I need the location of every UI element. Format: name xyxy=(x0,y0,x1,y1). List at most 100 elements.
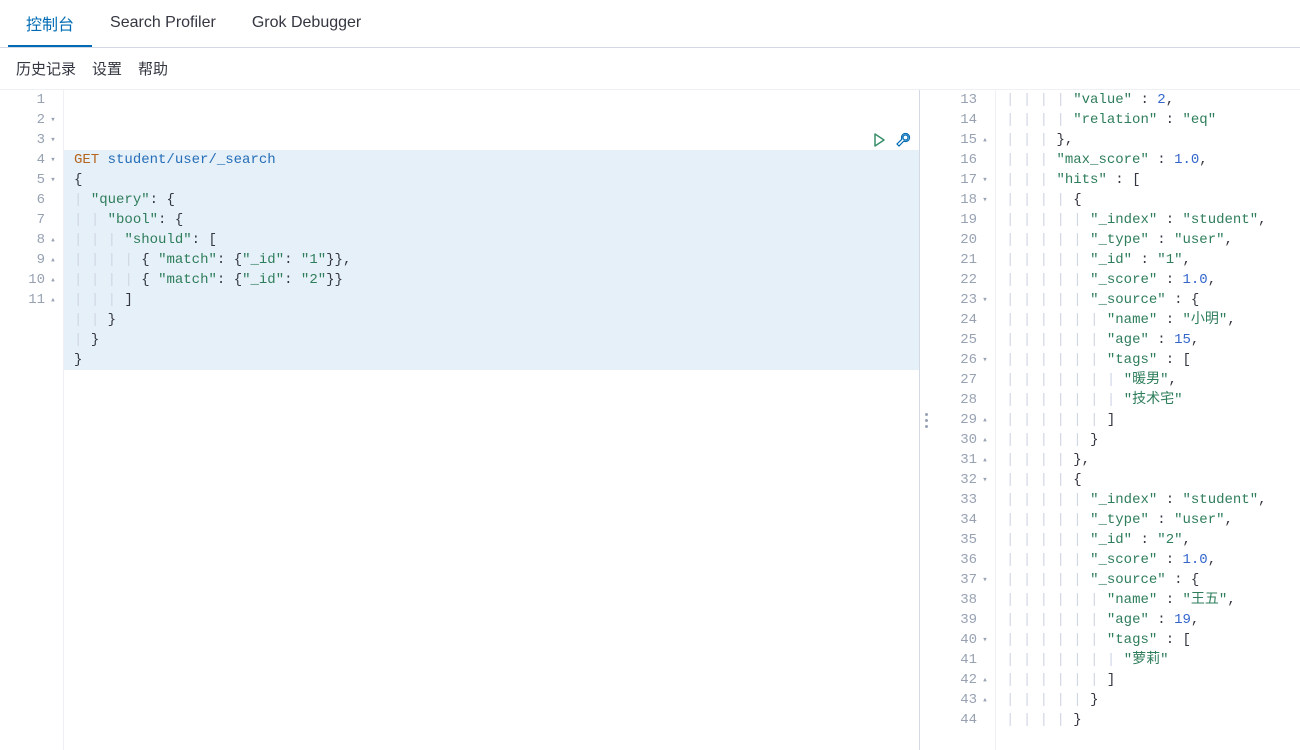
gutter-row: 6 xyxy=(0,190,63,210)
fold-toggle-icon[interactable]: ▾ xyxy=(981,630,989,650)
gutter-row: 24 xyxy=(932,310,995,330)
code-line[interactable]: | | } xyxy=(64,310,919,330)
fold-toggle-icon[interactable]: ▴ xyxy=(981,450,989,470)
code-line[interactable]: | | | | | | | "暖男", xyxy=(996,370,1300,390)
code-line[interactable]: | | | | | "_index" : "student", xyxy=(996,490,1300,510)
code-line[interactable]: | | | | | | "age" : 15, xyxy=(996,330,1300,350)
code-line[interactable]: | | | | | | "name" : "小明", xyxy=(996,310,1300,330)
drag-handle-icon xyxy=(925,413,928,428)
response-viewer[interactable]: | | | | "value" : 2,| | | | "relation" :… xyxy=(996,90,1300,750)
gutter-row: 40▾ xyxy=(932,630,995,650)
tab-console[interactable]: 控制台 xyxy=(8,0,92,47)
code-line[interactable]: | | | | | "_source" : { xyxy=(996,570,1300,590)
gutter-row: 23▾ xyxy=(932,290,995,310)
fold-toggle-icon[interactable]: ▾ xyxy=(981,570,989,590)
fold-toggle-icon[interactable]: ▴ xyxy=(49,270,57,290)
code-line[interactable]: | | | | }, xyxy=(996,450,1300,470)
gutter-row: 4▾ xyxy=(0,150,63,170)
gutter-row: 26▾ xyxy=(932,350,995,370)
subbar-help[interactable]: 帮助 xyxy=(138,58,168,79)
fold-toggle-icon[interactable]: ▾ xyxy=(981,350,989,370)
code-line[interactable]: | | | | | | "tags" : [ xyxy=(996,630,1300,650)
code-line[interactable]: | | | | | | "name" : "王五", xyxy=(996,590,1300,610)
fold-toggle-icon[interactable]: ▴ xyxy=(49,290,57,310)
code-line[interactable]: | | | | | "_type" : "user", xyxy=(996,510,1300,530)
code-line[interactable]: | | | | | } xyxy=(996,430,1300,450)
fold-toggle-icon[interactable]: ▾ xyxy=(981,290,989,310)
code-line[interactable]: GET student/user/_search xyxy=(64,150,919,170)
code-line[interactable]: | | | | | "_index" : "student", xyxy=(996,210,1300,230)
code-line[interactable]: | | | | { "match": {"_id": "2"}} xyxy=(64,270,919,290)
gutter-row: 10▴ xyxy=(0,270,63,290)
code-line[interactable]: | | | }, xyxy=(996,130,1300,150)
gutter-row: 36 xyxy=(932,550,995,570)
code-line[interactable]: | | | | | | ] xyxy=(996,410,1300,430)
fold-toggle-icon[interactable]: ▴ xyxy=(49,250,57,270)
gutter-row: 25 xyxy=(932,330,995,350)
response-pane: 131415▴1617▾18▾1920212223▾242526▾272829▴… xyxy=(932,90,1300,750)
fold-toggle-icon[interactable]: ▾ xyxy=(981,190,989,210)
fold-toggle-icon[interactable]: ▴ xyxy=(981,690,989,710)
code-line[interactable]: | | | | "value" : 2, xyxy=(996,90,1300,110)
code-line[interactable]: | | | | | | "tags" : [ xyxy=(996,350,1300,370)
tab-grok-debugger[interactable]: Grok Debugger xyxy=(234,0,379,47)
gutter-row: 16 xyxy=(932,150,995,170)
code-line[interactable]: | | | "should": [ xyxy=(64,230,919,250)
code-line[interactable]: | | | | | } xyxy=(996,690,1300,710)
fold-toggle-icon[interactable]: ▴ xyxy=(981,430,989,450)
gutter-row: 5▾ xyxy=(0,170,63,190)
code-line[interactable]: | | | | { xyxy=(996,470,1300,490)
fold-toggle-icon[interactable]: ▴ xyxy=(981,130,989,150)
code-line[interactable]: | | | | | "_source" : { xyxy=(996,290,1300,310)
code-line[interactable]: | | | | | | | "萝莉" xyxy=(996,650,1300,670)
code-line[interactable]: | | | | | "_id" : "1", xyxy=(996,250,1300,270)
code-line[interactable]: | | | | | | ] xyxy=(996,670,1300,690)
code-line[interactable]: | | | ] xyxy=(64,290,919,310)
gutter-row: 2▾ xyxy=(0,110,63,130)
code-line[interactable]: | } xyxy=(64,330,919,350)
fold-toggle-icon[interactable]: ▾ xyxy=(49,130,57,150)
request-actions xyxy=(871,90,911,110)
fold-toggle-icon[interactable]: ▴ xyxy=(49,230,57,250)
code-line[interactable]: | | | | | | | "技术宅" xyxy=(996,390,1300,410)
gutter-row: 44 xyxy=(932,710,995,730)
fold-toggle-icon[interactable]: ▾ xyxy=(49,170,57,190)
subbar-settings[interactable]: 设置 xyxy=(92,58,122,79)
gutter-row: 21 xyxy=(932,250,995,270)
gutter-row: 17▾ xyxy=(932,170,995,190)
code-line[interactable]: | | | | | | "age" : 19, xyxy=(996,610,1300,630)
code-line[interactable]: | | | | } xyxy=(996,710,1300,730)
gutter-row: 42▴ xyxy=(932,670,995,690)
tab-search-profiler[interactable]: Search Profiler xyxy=(92,0,234,47)
code-line[interactable]: | | | | | "_score" : 1.0, xyxy=(996,550,1300,570)
request-editor[interactable]: GET student/user/_search{| "query": {| |… xyxy=(64,90,919,750)
play-icon[interactable] xyxy=(871,92,887,108)
code-line[interactable]: | | | | | "_score" : 1.0, xyxy=(996,270,1300,290)
code-line[interactable]: } xyxy=(64,350,919,370)
subbar-history[interactable]: 历史记录 xyxy=(16,58,76,79)
pane-divider[interactable] xyxy=(920,90,932,750)
fold-toggle-icon[interactable]: ▴ xyxy=(981,670,989,690)
gutter-row: 7 xyxy=(0,210,63,230)
code-line[interactable]: | | | | | "_type" : "user", xyxy=(996,230,1300,250)
fold-toggle-icon[interactable]: ▴ xyxy=(981,410,989,430)
code-line[interactable]: | | | | "relation" : "eq" xyxy=(996,110,1300,130)
fold-toggle-icon[interactable]: ▾ xyxy=(981,170,989,190)
fold-toggle-icon[interactable]: ▾ xyxy=(49,110,57,130)
code-line[interactable]: | | "bool": { xyxy=(64,210,919,230)
gutter-row: 34 xyxy=(932,510,995,530)
code-line[interactable]: | | | | { "match": {"_id": "1"}}, xyxy=(64,250,919,270)
gutter-row: 15▴ xyxy=(932,130,995,150)
gutter-row: 3▾ xyxy=(0,130,63,150)
code-line[interactable]: | | | | | "_id" : "2", xyxy=(996,530,1300,550)
code-line[interactable]: | | | "max_score" : 1.0, xyxy=(996,150,1300,170)
gutter-row: 43▴ xyxy=(932,690,995,710)
fold-toggle-icon[interactable]: ▾ xyxy=(981,470,989,490)
code-line[interactable]: | | | "hits" : [ xyxy=(996,170,1300,190)
code-line[interactable]: | "query": { xyxy=(64,190,919,210)
wrench-icon[interactable] xyxy=(895,92,911,108)
gutter-row: 29▴ xyxy=(932,410,995,430)
code-line[interactable]: { xyxy=(64,170,919,190)
code-line[interactable]: | | | | { xyxy=(996,190,1300,210)
fold-toggle-icon[interactable]: ▾ xyxy=(49,150,57,170)
